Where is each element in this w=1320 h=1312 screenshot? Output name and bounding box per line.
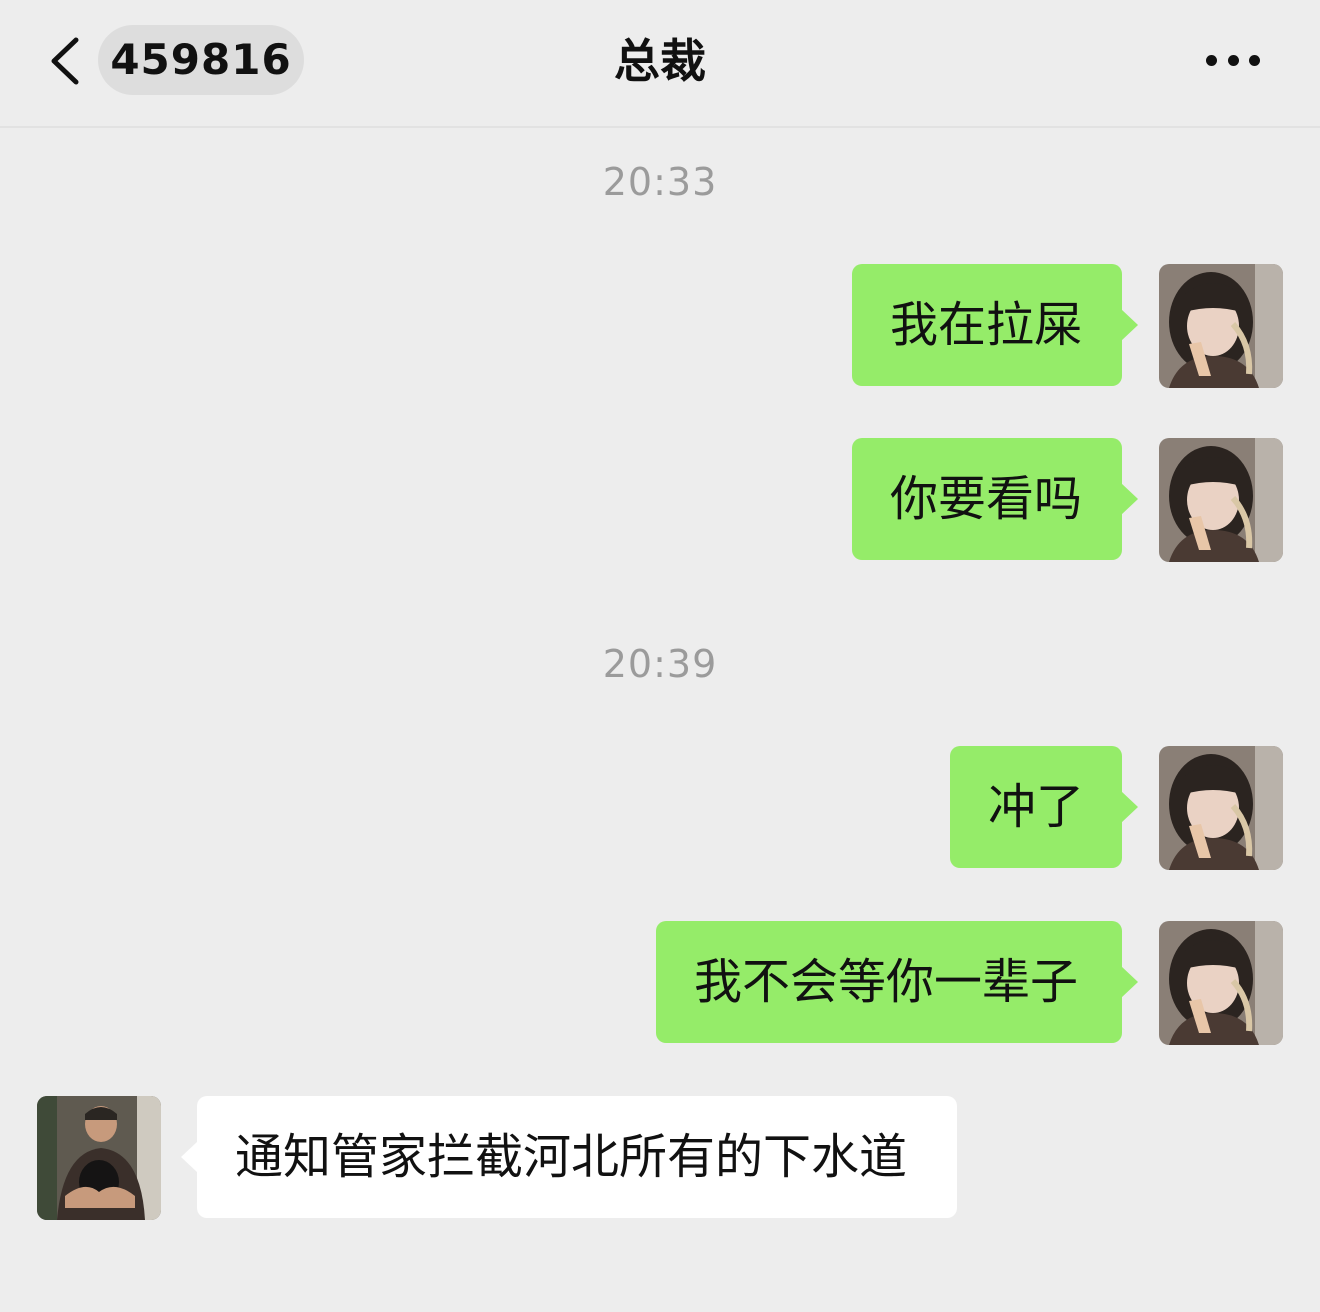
chat-title: 总裁 — [614, 34, 706, 88]
back-button[interactable] — [38, 28, 96, 94]
contact-avatar-image — [37, 1096, 161, 1220]
message-timestamp: 20:33 — [602, 160, 718, 204]
self-avatar[interactable] — [1159, 921, 1283, 1045]
chat-screen: 459816 总裁 20:33 我在拉屎 你要看吗 20:39 冲了 我不会等你… — [0, 0, 1320, 1312]
self-avatar-image — [1159, 921, 1283, 1045]
self-avatar[interactable] — [1159, 438, 1283, 562]
message-timestamp: 20:39 — [602, 642, 718, 686]
self-avatar-image — [1159, 438, 1283, 562]
self-avatar[interactable] — [1159, 746, 1283, 870]
chat-header: 459816 总裁 — [0, 0, 1320, 128]
chevron-left-icon — [51, 37, 79, 85]
contact-avatar[interactable] — [37, 1096, 161, 1220]
sent-message-bubble[interactable]: 你要看吗 — [852, 438, 1138, 560]
received-message-bubble[interactable]: 通知管家拦截河北所有的下水道 — [181, 1096, 957, 1218]
self-avatar[interactable] — [1159, 264, 1283, 388]
self-avatar-image — [1159, 264, 1283, 388]
unread-count-badge[interactable]: 459816 — [98, 25, 304, 95]
sent-message-bubble[interactable]: 我不会等你一辈子 — [656, 921, 1138, 1043]
sent-message-bubble[interactable]: 我在拉屎 — [852, 264, 1138, 386]
sent-message-bubble[interactable]: 冲了 — [950, 746, 1138, 868]
more-options-button[interactable] — [1196, 36, 1270, 86]
self-avatar-image — [1159, 746, 1283, 870]
